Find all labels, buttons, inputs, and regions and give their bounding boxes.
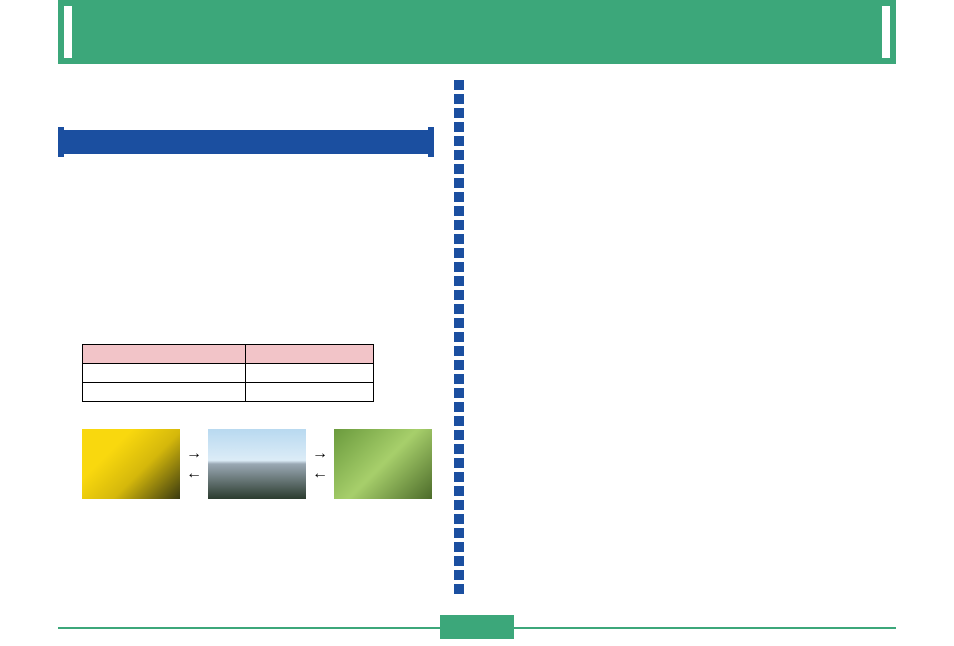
table-header-1	[83, 345, 246, 364]
table-row	[83, 364, 374, 383]
banner-accent-right	[882, 6, 890, 58]
top-banner	[58, 0, 896, 64]
arrow-right-icon: →	[312, 446, 328, 462]
image-flower	[82, 429, 180, 499]
arrow-left-icon: ←	[312, 466, 328, 482]
table-cell	[246, 383, 374, 402]
arrow-group-2: → ←	[306, 446, 334, 482]
table-cell	[246, 364, 374, 383]
subheading-cap-right	[428, 127, 434, 157]
table-row	[83, 383, 374, 402]
image-mountain	[208, 429, 306, 499]
table-cell	[83, 364, 246, 383]
table-header-row	[83, 345, 374, 364]
subheading-cap-left	[58, 127, 64, 157]
arrow-right-icon: →	[186, 446, 202, 462]
column-divider	[454, 80, 464, 598]
arrow-left-icon: ←	[186, 466, 202, 482]
document-page: → ← → ←	[0, 0, 954, 646]
page-number-badge	[440, 615, 514, 639]
image-flow-row: → ← → ←	[82, 429, 432, 499]
data-table	[82, 344, 374, 402]
table-header-2	[246, 345, 374, 364]
banner-accent-left	[64, 6, 72, 58]
table-cell	[83, 383, 246, 402]
section-subheading	[58, 130, 434, 154]
arrow-group-1: → ←	[180, 446, 208, 482]
image-dragonfly	[334, 429, 432, 499]
